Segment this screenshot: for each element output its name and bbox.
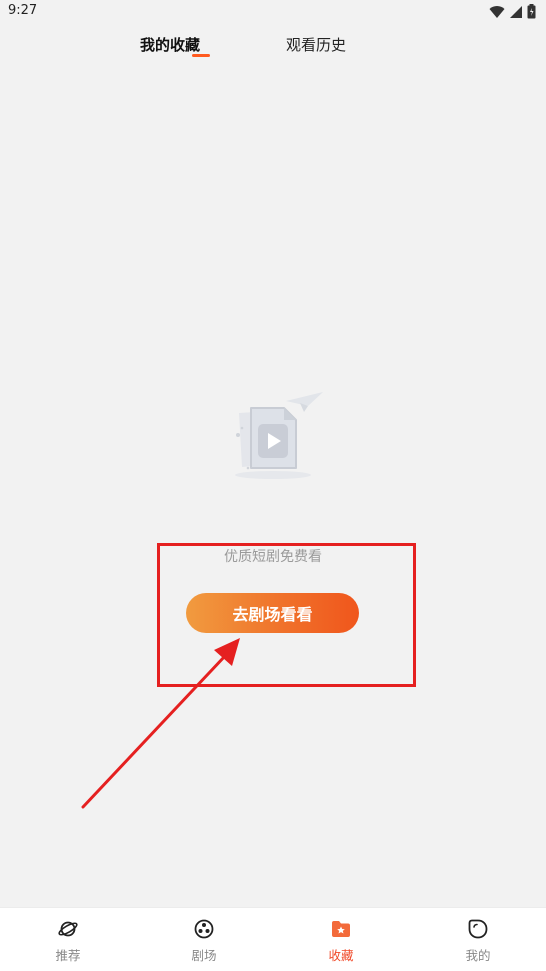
signal-icon <box>510 5 522 18</box>
folder-star-icon <box>332 921 350 937</box>
nav-item-mine[interactable]: 我的 <box>410 908 546 971</box>
video-file-icon <box>235 392 323 479</box>
status-icons <box>489 4 536 19</box>
bottom-nav: 推荐 剧场 收藏 我的 <box>0 907 546 971</box>
top-tabs: 我的收藏 观看历史 <box>0 30 546 60</box>
profile-icon <box>468 919 488 939</box>
nav-label-mine: 我的 <box>465 948 491 963</box>
nav-item-favorites[interactable]: 收藏 <box>273 908 409 971</box>
planet-icon <box>58 921 78 937</box>
nav-label-recommend: 推荐 <box>55 948 81 963</box>
battery-icon <box>527 4 536 19</box>
go-to-theater-button[interactable]: 去剧场看看 <box>186 593 359 633</box>
wifi-icon <box>489 5 505 18</box>
nav-item-theater[interactable]: 剧场 <box>136 908 272 971</box>
nav-label-theater: 剧场 <box>191 948 217 963</box>
status-time: 9:27 <box>8 3 38 18</box>
tab-history[interactable]: 观看历史 <box>286 34 346 55</box>
empty-state-message: 优质短剧免费看 <box>224 549 322 565</box>
screen: 9:27 我的收藏 观看历史 优质短剧免费看 去剧场看看 推荐 剧场 收藏 我的 <box>0 0 546 971</box>
status-bar: 9:27 <box>0 0 546 24</box>
nav-label-favorites: 收藏 <box>328 948 354 963</box>
tab-favorites[interactable]: 我的收藏 <box>140 34 200 55</box>
film-reel-icon <box>194 919 214 939</box>
active-tab-indicator <box>192 54 210 57</box>
nav-item-recommend[interactable]: 推荐 <box>0 908 136 971</box>
